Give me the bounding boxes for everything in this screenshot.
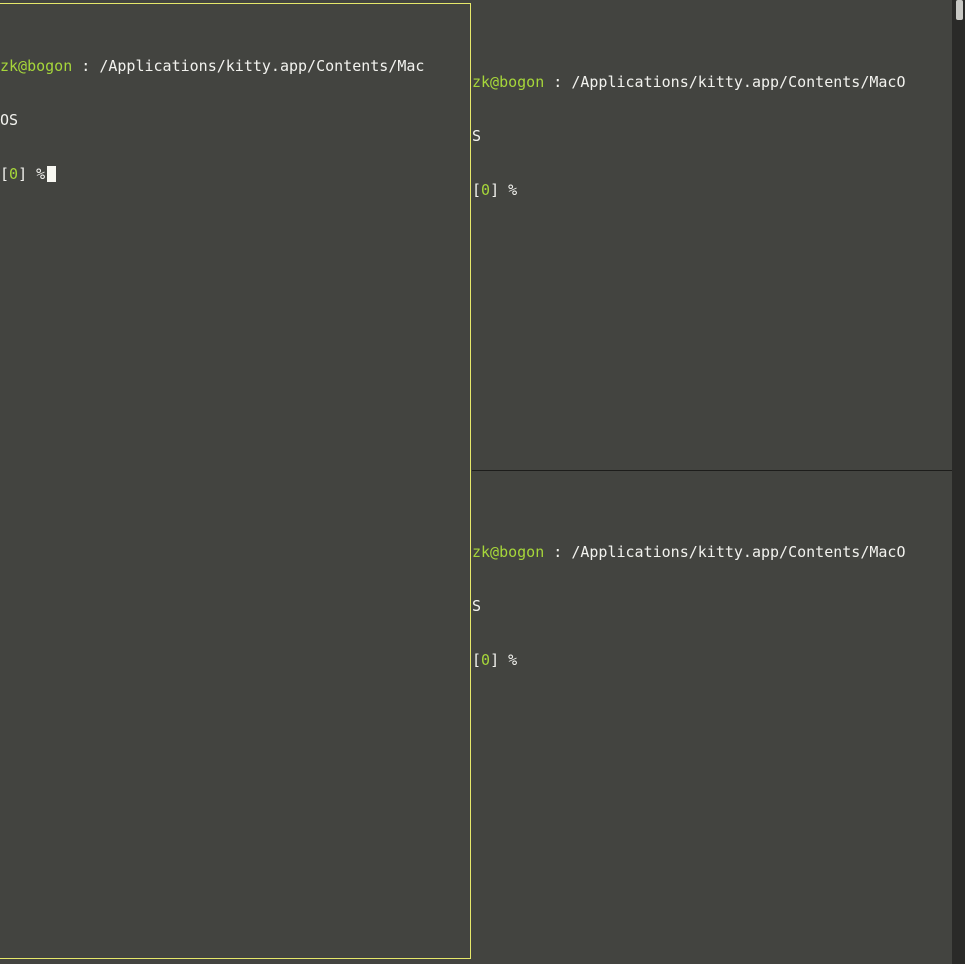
prompt-line[interactable]: [0] % [472,181,905,199]
pane-divider[interactable] [472,470,952,471]
prompt-header-line: zk@bogon : /Applications/kitty.app/Conte… [0,57,424,75]
prompt-header-wrap: S [472,127,905,145]
terminal-pane-left-active[interactable]: zk@bogon : /Applications/kitty.app/Conte… [0,3,471,959]
terminal-pane-right-top[interactable]: zk@bogon : /Applications/kitty.app/Conte… [472,0,952,470]
prompt-symbol: % [499,651,518,669]
exit-status: 0 [481,651,491,669]
user-host: zk@bogon [472,543,545,561]
terminal-pane-right-bottom[interactable]: zk@bogon : /Applications/kitty.app/Conte… [472,472,952,964]
pane-output: zk@bogon : /Applications/kitty.app/Conte… [472,37,905,235]
kitty-terminal-window: zk@bogon : /Applications/kitty.app/Conte… [0,0,965,964]
working-directory-wrap: OS [0,111,19,129]
working-directory: : /Applications/kitty.app/Contents/MacO [544,543,906,561]
scrollbar-thumb[interactable] [956,0,963,20]
prompt-symbol: % [27,165,46,183]
bracket-open: [ [472,181,482,199]
vertical-scrollbar[interactable] [952,0,965,964]
bracket-close: ] [18,165,28,183]
exit-status: 0 [481,181,491,199]
prompt-line[interactable]: [0] % [0,165,424,183]
working-directory-wrap: S [472,597,482,615]
bracket-open: [ [0,165,10,183]
user-host: zk@bogon [472,73,545,91]
bracket-open: [ [472,651,482,669]
prompt-line[interactable]: [0] % [472,651,905,669]
working-directory: : /Applications/kitty.app/Contents/Mac [72,57,425,75]
text-cursor[interactable] [47,166,57,182]
user-host: zk@bogon [0,57,73,75]
prompt-header-line: zk@bogon : /Applications/kitty.app/Conte… [472,543,905,561]
bracket-close: ] [490,651,500,669]
prompt-header-wrap: OS [0,111,424,129]
prompt-symbol: % [499,181,518,199]
prompt-header-wrap: S [472,597,905,615]
pane-output: zk@bogon : /Applications/kitty.app/Conte… [0,21,424,219]
pane-output: zk@bogon : /Applications/kitty.app/Conte… [472,507,905,705]
working-directory: : /Applications/kitty.app/Contents/MacO [544,73,906,91]
working-directory-wrap: S [472,127,482,145]
prompt-header-line: zk@bogon : /Applications/kitty.app/Conte… [472,73,905,91]
exit-status: 0 [9,165,19,183]
bracket-close: ] [490,181,500,199]
